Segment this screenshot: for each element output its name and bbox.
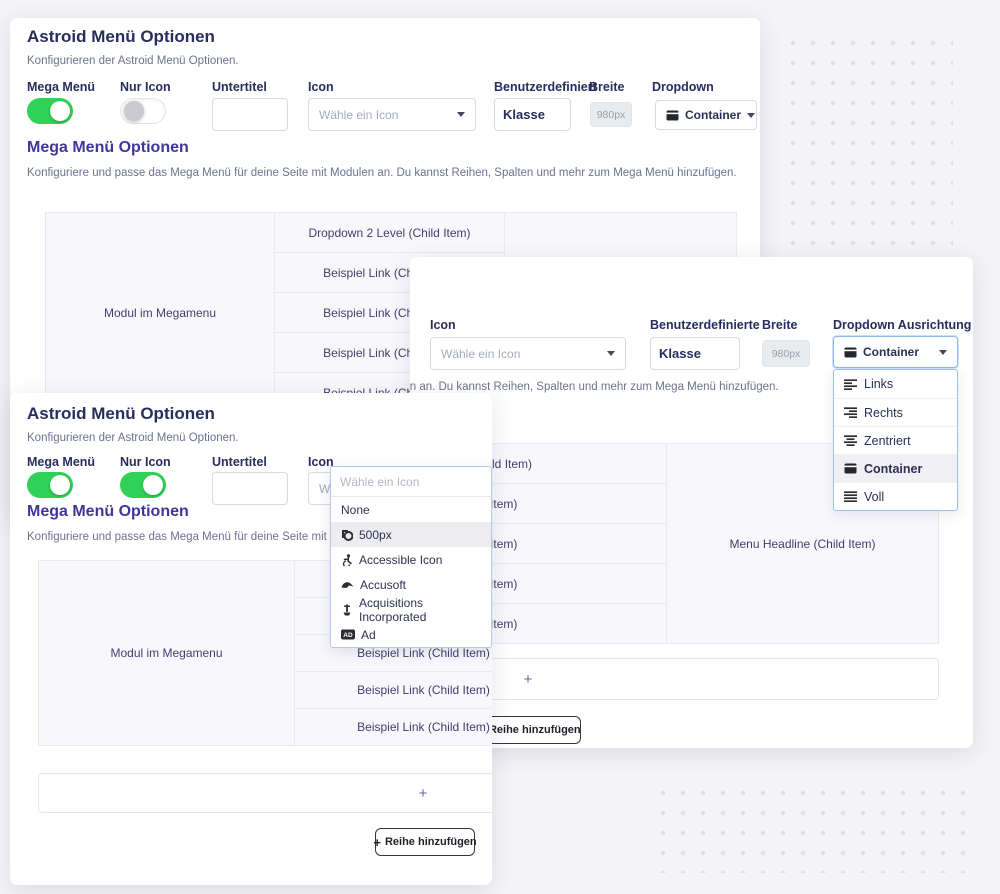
plus-icon: + (373, 835, 381, 850)
page-subtitle: Konfigurieren der Astroid Menü Optionen. (27, 432, 239, 444)
untertitel-label: Untertitel (212, 80, 267, 94)
option-zentriert[interactable]: Zentriert (834, 426, 957, 454)
icon-select-placeholder: Wähle ein Icon (441, 347, 520, 361)
page-subtitle: Konfigurieren der Astroid Menü Optionen. (27, 55, 239, 67)
mega-menu-toggle[interactable] (27, 472, 73, 498)
panel-astroid-options-bottom: Astroid Menü Optionen Konfigurieren der … (10, 393, 492, 885)
dropdown-ausrichtung-list: Links Rechts Zentriert Container Voll (833, 369, 958, 511)
section-description: Konfiguriere und passe das Mega Menü für… (410, 381, 779, 393)
dot-pattern-bottom-right (653, 783, 968, 873)
ad-icon: AD (341, 629, 355, 640)
untertitel-label: Untertitel (212, 455, 267, 469)
icon-option-ad[interactable]: AD Ad (331, 622, 491, 647)
chevron-down-icon (939, 350, 947, 355)
icon-search-row (331, 467, 491, 497)
icon-select[interactable]: Wähle ein Icon (430, 337, 626, 370)
custom-class-input[interactable]: Klasse (650, 337, 740, 370)
icon-label: Icon (308, 80, 334, 94)
plus-icon: + (524, 671, 533, 688)
accessible-icon (341, 554, 353, 566)
option-voll[interactable]: Voll (834, 482, 957, 510)
icon-option-acquisitions-incorporated[interactable]: Acquisitions Incorporated (331, 597, 491, 622)
custom-class-input[interactable]: Klasse (494, 98, 571, 131)
breite-label: Breite (589, 80, 624, 94)
container-icon (844, 463, 857, 474)
add-row-button[interactable]: + Reihe hinzufügen (375, 828, 475, 856)
mega-menu-label: Mega Menü (27, 455, 95, 469)
dropdown-select-value: Container (685, 108, 741, 122)
chevron-down-icon (747, 113, 755, 118)
panel-astroid-options-middle: Icon Benutzerdefinierte Breite Dropdown … (410, 257, 973, 748)
option-rechts[interactable]: Rechts (834, 398, 957, 426)
icon-option-none[interactable]: None (331, 497, 491, 522)
chevron-down-icon (607, 351, 615, 356)
500px-icon (341, 529, 353, 541)
breite-input-disabled: 980px (590, 102, 632, 127)
section-title: Mega Menü Optionen (27, 503, 189, 521)
icon-select-placeholder: Wähle ein Icon (319, 108, 398, 122)
menu-item-row[interactable]: Dropdown 2 Level (Child Item) (274, 212, 505, 253)
menu-item-row[interactable]: Beispiel Link (Child Item) (294, 671, 492, 709)
icon-option-accusoft[interactable]: Accusoft (331, 572, 491, 597)
icon-select[interactable]: Wähle ein Icon (308, 98, 476, 131)
megamenu-module-cell[interactable]: Modul im Megamenu (38, 560, 295, 746)
option-container[interactable]: Container (834, 454, 957, 482)
svg-text:AD: AD (343, 632, 353, 639)
align-center-icon (844, 435, 857, 446)
untertitel-input[interactable] (212, 472, 288, 505)
container-icon (666, 110, 679, 121)
menu-item-row[interactable]: Beispiel Link (Child Item) (294, 708, 492, 746)
align-justify-icon (844, 491, 857, 502)
add-column-box[interactable]: + (38, 773, 492, 813)
dropdown-ausrichtung-value: Container (863, 345, 919, 359)
dropdown-ausrichtung-select[interactable]: Container (833, 336, 958, 368)
container-icon (844, 347, 857, 358)
breite-label: Breite (762, 318, 797, 332)
icon-label: Icon (430, 318, 456, 332)
add-row-button[interactable]: + Reihe hinzufügen (477, 716, 581, 744)
acquisitions-incorporated-icon (341, 604, 353, 616)
plus-icon: + (419, 785, 428, 802)
nur-icon-toggle[interactable] (120, 472, 166, 498)
align-right-icon (844, 407, 857, 418)
mega-menu-toggle[interactable] (27, 98, 73, 124)
mega-menu-label: Mega Menü (27, 80, 95, 94)
nur-icon-label: Nur Icon (120, 80, 171, 94)
nur-icon-toggle[interactable] (120, 98, 166, 124)
dropdown-select[interactable]: Container (655, 100, 757, 130)
icon-option-500px[interactable]: 500px (331, 522, 491, 547)
dropdown-label: Dropdown (652, 80, 714, 94)
option-links[interactable]: Links (834, 370, 957, 398)
custom-class-label: Benutzerdefiniert (494, 80, 597, 94)
megamenu-module-cell[interactable]: Modul im Megamenu (45, 212, 275, 413)
page-title: Astroid Menü Optionen (27, 404, 215, 424)
icon-picker-dropdown: None 500px Accessible Icon Accusoft Acqu… (330, 466, 492, 648)
page-title: Astroid Menü Optionen (27, 27, 215, 47)
dropdown-ausrichtung-label: Dropdown Ausrichtung (833, 318, 971, 332)
accusoft-icon (341, 579, 354, 590)
align-left-icon (844, 379, 857, 390)
custom-class-label: Benutzerdefinierte (650, 318, 760, 332)
section-description: Konfiguriere und passe das Mega Menü für… (27, 167, 737, 179)
section-title: Mega Menü Optionen (27, 139, 189, 157)
icon-search-input[interactable] (331, 475, 491, 489)
untertitel-input[interactable] (212, 98, 288, 131)
chevron-down-icon (457, 112, 465, 117)
breite-input-disabled: 980px (762, 340, 810, 367)
nur-icon-label: Nur Icon (120, 455, 171, 469)
custom-class-value: Klasse (659, 346, 701, 361)
dot-pattern-top-right (783, 33, 953, 246)
custom-class-value: Klasse (503, 107, 545, 122)
icon-option-accessible-icon[interactable]: Accessible Icon (331, 547, 491, 572)
